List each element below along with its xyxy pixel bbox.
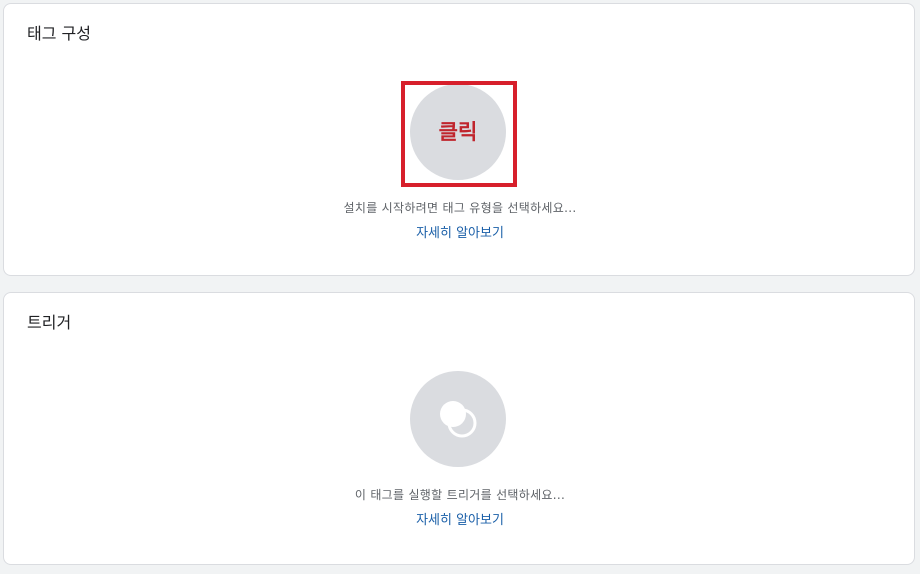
trigger-icon — [440, 401, 477, 438]
tag-type-hint: 설치를 시작하려면 태그 유형을 선택하세요... — [343, 201, 577, 215]
tag-configuration-card: 태그 구성 클릭 설치를 시작하려면 태그 유형을 선택하세요... 자세히 알… — [3, 3, 915, 276]
click-annotation-label: 클릭 — [438, 119, 478, 144]
tag-learn-more-link[interactable]: 자세히 알아보기 — [4, 222, 916, 241]
tag-configuration-title: 태그 구성 — [27, 24, 91, 43]
trigger-hint: 이 태그를 실행할 트리거를 선택하세요... — [354, 488, 566, 502]
triggering-card: 트리거 이 태그를 실행할 트리거를 선택하세요... 자세히 알아보기 — [3, 292, 915, 565]
choose-trigger-button[interactable] — [410, 371, 506, 467]
trigger-learn-more-link[interactable]: 자세히 알아보기 — [4, 509, 916, 528]
choose-tag-type-button[interactable]: 클릭 — [410, 84, 506, 180]
triggering-title: 트리거 — [27, 313, 72, 332]
